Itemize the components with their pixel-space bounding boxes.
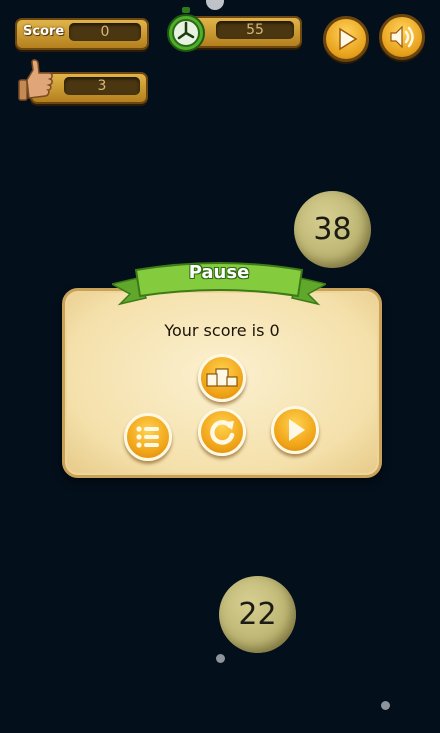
- stopwatch-icon: [165, 7, 207, 53]
- play-button[interactable]: [323, 16, 369, 62]
- score-label: Score: [23, 24, 65, 39]
- pause-dialog: Your score is 0: [62, 288, 382, 478]
- resume-button[interactable]: [271, 406, 319, 454]
- number-ball-value: 38: [313, 212, 352, 247]
- score-value: 0: [69, 23, 141, 41]
- score-message: Your score is 0: [164, 321, 280, 340]
- particle: [381, 701, 390, 710]
- number-ball-value: 22: [238, 597, 277, 632]
- menu-button[interactable]: [124, 413, 172, 461]
- restart-button[interactable]: [198, 408, 246, 456]
- play-icon: [339, 27, 358, 51]
- particle: [216, 654, 225, 663]
- play-icon: [289, 419, 305, 441]
- dialog-title: Pause: [188, 262, 250, 283]
- drop-indicator: [206, 0, 224, 10]
- leaderboard-button[interactable]: [198, 354, 246, 402]
- timer-value: 55: [216, 21, 294, 39]
- list-icon: [136, 426, 159, 448]
- sound-button[interactable]: [379, 14, 425, 60]
- number-ball[interactable]: 22: [219, 576, 296, 653]
- score-bar: Score 0: [15, 18, 149, 50]
- podium-icon: [206, 368, 238, 387]
- thumbs-up-icon: [15, 58, 55, 104]
- restart-icon: [210, 420, 235, 445]
- speaker-icon: [390, 25, 414, 49]
- lives-value: 3: [64, 77, 140, 95]
